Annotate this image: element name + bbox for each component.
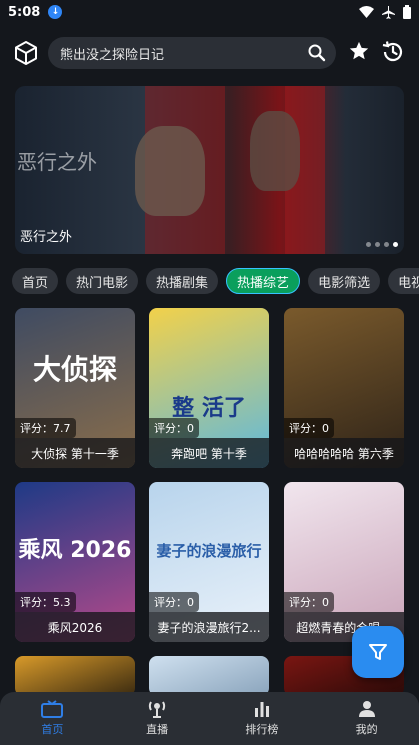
banner-caption: 恶行之外 bbox=[20, 230, 73, 245]
content-card[interactable]: 整 活了 评分：0 奔跑吧 第十季 bbox=[149, 308, 269, 468]
card-title: 妻子的浪漫旅行2... bbox=[149, 612, 269, 642]
favorites-star-icon[interactable] bbox=[348, 40, 370, 62]
nav-live[interactable]: 直播 bbox=[105, 692, 210, 745]
tab-tv[interactable]: 电视 bbox=[388, 268, 419, 294]
filter-icon bbox=[369, 644, 387, 660]
download-icon: ↓ bbox=[48, 5, 63, 19]
nav-profile-label: 我的 bbox=[355, 723, 378, 736]
poster bbox=[15, 656, 135, 696]
chart-icon bbox=[254, 702, 269, 717]
user-icon bbox=[358, 701, 375, 717]
filter-button[interactable] bbox=[352, 626, 404, 678]
airplane-icon bbox=[382, 5, 395, 19]
content-card[interactable]: 评分：0 哈哈哈哈哈 第六季 bbox=[284, 308, 404, 468]
category-tabs: 首页 热门电影 热播剧集 热播综艺 电影筛选 电视 bbox=[12, 268, 419, 294]
bottom-navigation: 首页 直播 排行榜 我的 bbox=[0, 692, 419, 745]
rating-badge: 评分：0 bbox=[149, 592, 199, 612]
status-time: 5:08 bbox=[8, 4, 41, 20]
banner-dot-active[interactable] bbox=[393, 242, 398, 247]
tab-hot-variety[interactable]: 热播综艺 bbox=[226, 268, 301, 294]
search-icon[interactable] bbox=[308, 44, 326, 62]
banner-pagination bbox=[366, 242, 398, 247]
rating-badge: 评分：0 bbox=[284, 418, 334, 438]
card-title: 大侦探 第十一季 bbox=[15, 438, 135, 468]
nav-live-label: 直播 bbox=[146, 723, 169, 736]
rating-badge: 评分：5.3 bbox=[15, 592, 76, 612]
content-card[interactable]: 乘风 2026 评分：5.3 乘风2026 bbox=[15, 482, 135, 642]
nav-profile[interactable]: 我的 bbox=[314, 692, 419, 745]
status-icons bbox=[359, 5, 411, 19]
poster-text: 妻子的浪漫旅行 bbox=[156, 542, 262, 560]
rating-badge: 评分：0 bbox=[149, 418, 199, 438]
nav-home-label: 首页 bbox=[41, 723, 64, 736]
rating-badge: 评分：7.7 bbox=[15, 418, 76, 438]
banner-poster-title: 恶行之外 bbox=[17, 150, 97, 174]
tab-movie-filter[interactable]: 电影筛选 bbox=[308, 268, 381, 294]
card-title: 哈哈哈哈哈 第六季 bbox=[284, 438, 404, 468]
cube-icon[interactable] bbox=[13, 40, 39, 66]
nav-ranking[interactable]: 排行榜 bbox=[210, 692, 315, 745]
rating-badge: 评分：0 bbox=[284, 592, 334, 612]
history-icon[interactable] bbox=[381, 40, 405, 64]
tab-hot-series[interactable]: 热播剧集 bbox=[146, 268, 219, 294]
nav-ranking-label: 排行榜 bbox=[245, 723, 279, 736]
content-card[interactable]: 评分：0 超燃青春的合唱... bbox=[284, 482, 404, 642]
search-input[interactable]: 熊出没之探险日记 bbox=[48, 37, 336, 69]
card-title: 乘风2026 bbox=[15, 612, 135, 642]
nav-home[interactable]: 首页 bbox=[0, 692, 105, 745]
banner-art bbox=[250, 111, 300, 191]
content-card[interactable] bbox=[149, 656, 269, 696]
poster-text: 乘风 2026 bbox=[18, 538, 132, 563]
featured-banner[interactable]: 恶行之外 恶行之外 bbox=[15, 86, 404, 254]
content-card[interactable]: 妻子的浪漫旅行 评分：0 妻子的浪漫旅行2... bbox=[149, 482, 269, 642]
content-card[interactable] bbox=[15, 656, 135, 696]
banner-dot[interactable] bbox=[375, 242, 380, 247]
status-bar: 5:08 ↓ bbox=[0, 0, 419, 24]
poster bbox=[149, 656, 269, 696]
search-value: 熊出没之探险日记 bbox=[60, 47, 165, 63]
card-title: 奔跑吧 第十季 bbox=[149, 438, 269, 468]
home-tv-icon bbox=[41, 700, 64, 718]
wifi-icon bbox=[359, 6, 374, 18]
banner-dot[interactable] bbox=[384, 242, 389, 247]
tab-hot-movies[interactable]: 热门电影 bbox=[66, 268, 139, 294]
tab-home[interactable]: 首页 bbox=[12, 268, 59, 294]
poster-text: 大侦探 bbox=[32, 353, 117, 386]
search-header: 熊出没之探险日记 bbox=[0, 36, 419, 70]
battery-icon bbox=[403, 5, 411, 19]
banner-art bbox=[135, 126, 205, 216]
live-icon bbox=[149, 701, 166, 718]
banner-dot[interactable] bbox=[366, 242, 371, 247]
content-card[interactable]: 大侦探 评分：7.7 大侦探 第十一季 bbox=[15, 308, 135, 468]
